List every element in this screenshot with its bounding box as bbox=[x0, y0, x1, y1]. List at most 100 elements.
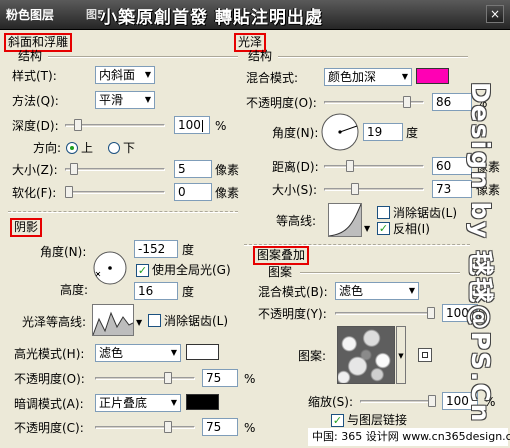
shadow-mode-label: 暗调模式(A): bbox=[14, 397, 84, 411]
highlight-opacity-value: 75 bbox=[206, 371, 222, 385]
satin-size-slider-track[interactable] bbox=[324, 188, 424, 191]
shadow-color-swatch[interactable] bbox=[186, 394, 219, 410]
link-with-layer-label: 与图层链接 bbox=[347, 413, 408, 427]
shading-angle-input[interactable]: -152 bbox=[134, 240, 178, 258]
style-label: 样式(T): bbox=[12, 69, 57, 83]
new-preset-icon[interactable] bbox=[418, 348, 432, 362]
pattern-blend-label: 混合模式(B): bbox=[258, 285, 328, 299]
gloss-contour-label: 光泽等高线: bbox=[22, 315, 87, 329]
separator bbox=[8, 211, 238, 213]
global-light-checkbox[interactable]: ✓ bbox=[136, 264, 149, 277]
method-label: 方法(Q): bbox=[12, 94, 59, 108]
chevron-down-icon[interactable]: ▼ bbox=[136, 318, 142, 328]
separator bbox=[48, 56, 238, 58]
shading-angle-unit: 度 bbox=[182, 243, 195, 257]
distance-slider-track[interactable] bbox=[324, 165, 424, 168]
satin-blend-label: 混合模式: bbox=[246, 71, 299, 85]
direction-down-radio[interactable] bbox=[108, 142, 120, 154]
distance-value: 60 bbox=[436, 159, 452, 173]
satin-antialias-checkbox[interactable] bbox=[377, 206, 390, 219]
satin-opacity-label: 不透明度(O): bbox=[246, 96, 317, 110]
depth-value: 100 bbox=[178, 118, 201, 132]
pattern-label: 图案: bbox=[298, 349, 327, 363]
distance-slider-thumb[interactable] bbox=[346, 160, 355, 172]
direction-label: 方向: bbox=[33, 141, 62, 155]
close-button[interactable]: × bbox=[486, 5, 504, 23]
satin-blend-dropdown[interactable]: 颜色加深 ▼ bbox=[324, 68, 412, 86]
scale-slider-track[interactable] bbox=[360, 400, 436, 403]
satin-blend-value: 颜色加深 bbox=[328, 70, 377, 84]
shading-angle-dial[interactable] bbox=[92, 250, 128, 286]
shadow-opacity-unit: % bbox=[244, 421, 256, 435]
soften-slider-track[interactable] bbox=[65, 191, 165, 194]
satin-contour-label: 等高线: bbox=[276, 214, 317, 228]
pattern-group-label: 图案 bbox=[268, 265, 293, 279]
size-value: 5 bbox=[178, 162, 186, 176]
satin-size-value: 73 bbox=[436, 182, 452, 196]
soften-input[interactable]: 0 bbox=[174, 183, 212, 201]
pattern-opacity-slider-thumb[interactable] bbox=[427, 307, 435, 319]
satin-size-slider-thumb[interactable] bbox=[350, 183, 359, 195]
gloss-contour-picker[interactable] bbox=[92, 304, 134, 336]
highlight-opacity-unit: % bbox=[244, 372, 256, 386]
depth-input[interactable]: 100 bbox=[174, 116, 210, 134]
size-input[interactable]: 5 bbox=[174, 160, 212, 178]
pattern-blend-dropdown[interactable]: 滤色 ▼ bbox=[335, 282, 419, 300]
soften-label: 软化(F): bbox=[12, 186, 57, 200]
highlight-color-swatch[interactable] bbox=[186, 344, 219, 360]
highlight-opacity-slider-track[interactable] bbox=[95, 377, 195, 380]
direction-up-label: 上 bbox=[81, 141, 94, 155]
side-watermark: Design by 毬毬@PS.Cn bbox=[466, 82, 495, 424]
method-dropdown[interactable]: 平滑 ▼ bbox=[95, 91, 155, 109]
size-slider-track[interactable] bbox=[65, 168, 165, 171]
chevron-down-icon: ▼ bbox=[398, 352, 404, 360]
scale-slider-thumb[interactable] bbox=[428, 395, 436, 407]
depth-slider-thumb[interactable] bbox=[74, 119, 83, 131]
highlight-opacity-slider-thumb[interactable] bbox=[164, 372, 172, 384]
pattern-opacity-label: 不透明度(Y): bbox=[258, 307, 327, 321]
satin-color-swatch[interactable] bbox=[416, 68, 449, 84]
shadow-opacity-slider-track[interactable] bbox=[95, 426, 195, 429]
direction-up-radio[interactable] bbox=[66, 142, 78, 154]
pattern-opacity-slider-track[interactable] bbox=[335, 312, 435, 315]
shadow-opacity-label: 不透明度(C): bbox=[14, 421, 84, 435]
invert-label: 反相(I) bbox=[393, 222, 430, 236]
separator bbox=[300, 272, 460, 274]
bevel-group-label: 结构 bbox=[18, 49, 43, 63]
satin-contour-picker[interactable] bbox=[328, 203, 362, 237]
distance-label: 距离(D): bbox=[272, 160, 319, 174]
highlight-opacity-input[interactable]: 75 bbox=[202, 369, 238, 387]
satin-angle-value: 19 bbox=[367, 125, 383, 139]
watermark-banner: 小築原創首發 轉貼注明出處 bbox=[100, 8, 323, 28]
invert-checkbox[interactable]: ✓ bbox=[377, 222, 390, 235]
style-dropdown[interactable]: 内斜面 ▼ bbox=[95, 66, 155, 84]
link-with-layer-checkbox[interactable]: ✓ bbox=[331, 414, 344, 427]
satin-angle-dial[interactable] bbox=[320, 112, 360, 152]
satin-angle-input[interactable]: 19 bbox=[363, 123, 403, 141]
pattern-preview[interactable] bbox=[337, 326, 395, 384]
shadow-mode-value: 正片叠底 bbox=[99, 396, 148, 410]
chevron-down-icon[interactable]: ▼ bbox=[364, 224, 370, 234]
satin-contour-curve bbox=[328, 203, 362, 237]
soften-slider-thumb[interactable] bbox=[65, 186, 73, 198]
satin-antialias-label: 消除锯齿(L) bbox=[393, 206, 458, 220]
shading-antialias-label: 消除锯齿(L) bbox=[164, 314, 229, 328]
title-bar: 粉色图层 图5 小築原創首發 轉貼注明出處 × bbox=[0, 0, 510, 30]
satin-size-label: 大小(S): bbox=[272, 183, 318, 197]
satin-angle-label: 角度(N): bbox=[272, 126, 319, 140]
satin-opacity-slider-thumb[interactable] bbox=[403, 96, 412, 108]
depth-unit: % bbox=[215, 119, 227, 133]
pattern-dropdown-arrow[interactable]: ▼ bbox=[396, 326, 406, 384]
direction-down-label: 下 bbox=[123, 141, 136, 155]
size-slider-thumb[interactable] bbox=[69, 163, 78, 175]
pattern-section-title: 图案叠加 bbox=[253, 246, 310, 265]
chevron-down-icon: ▼ bbox=[408, 286, 415, 295]
altitude-label: 高度: bbox=[60, 283, 89, 297]
shading-antialias-checkbox[interactable] bbox=[148, 314, 161, 327]
altitude-input[interactable]: 16 bbox=[134, 282, 178, 300]
shadow-opacity-input[interactable]: 75 bbox=[202, 418, 238, 436]
shadow-opacity-slider-thumb[interactable] bbox=[164, 421, 172, 433]
highlight-mode-dropdown[interactable]: 滤色 ▼ bbox=[95, 344, 181, 362]
depth-label: 深度(D): bbox=[12, 119, 59, 133]
shadow-mode-dropdown[interactable]: 正片叠底 ▼ bbox=[95, 394, 181, 412]
